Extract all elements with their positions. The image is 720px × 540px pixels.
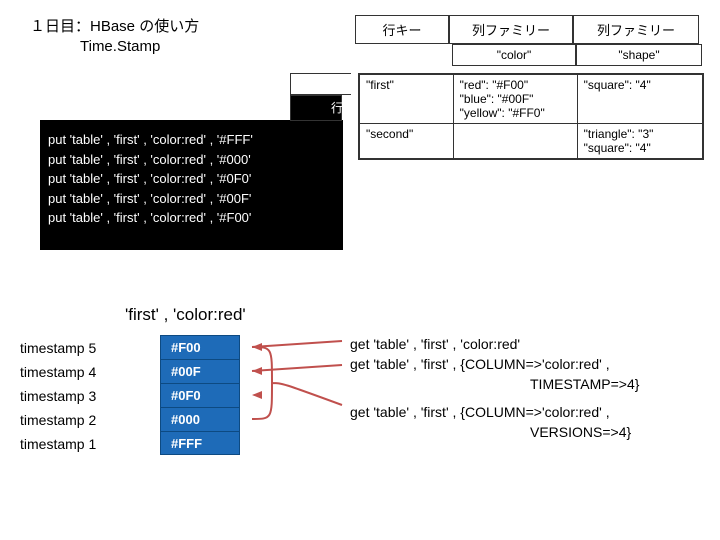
timeline-cell: #F00: [160, 335, 240, 359]
timeline-cell: #0F0: [160, 383, 240, 407]
page-title: １日目：HBase の使い方: [30, 15, 199, 36]
code-line: put 'table' , 'first' , 'color:red' , '#…: [48, 191, 251, 206]
cell-rowkey: "second": [360, 124, 454, 159]
timeline-header: 'first' , 'color:red': [125, 305, 246, 325]
subheader-color: "color": [452, 44, 576, 66]
timestamp-label: timestamp 3: [20, 384, 96, 408]
timeline-column: #F00 #00F #0F0 #000 #FFF: [160, 335, 240, 455]
get-line: get 'table' , 'first' , {COLUMN=>'color:…: [350, 404, 639, 420]
title-area: １日目：HBase の使い方 Time.Stamp: [30, 15, 199, 55]
cell-color: "red": "#F00" "blue": "#00F" "yellow": "…: [453, 75, 577, 124]
timestamp-label: timestamp 2: [20, 408, 96, 432]
cell-color: [453, 124, 577, 159]
get-line: VERSIONS=>4}: [350, 424, 639, 440]
get-line: get 'table' , 'first' , {COLUMN=>'color:…: [350, 356, 639, 372]
subheader-shape: "shape": [576, 44, 702, 66]
code-block: put 'table' , 'first' , 'color:red' , '#…: [40, 120, 343, 250]
table-row: "first" "red": "#F00" "blue": "#00F" "ye…: [360, 75, 703, 124]
header-cf-shape: 列ファミリー: [573, 15, 699, 44]
timeline-cell: #00F: [160, 359, 240, 383]
timeline-cell: #FFF: [160, 431, 240, 455]
header-rowkey: 行キー: [355, 15, 449, 44]
row-stub: [290, 73, 351, 95]
svg-text:行: 行: [331, 101, 343, 115]
header-cf-color: 列ファミリー: [449, 15, 573, 44]
code-line: put 'table' , 'first' , 'color:red' , '#…: [48, 152, 251, 167]
table-row: "second" "triangle": "3" "square": "4": [360, 124, 703, 159]
timestamp-label: timestamp 4: [20, 360, 96, 384]
get-line: TIMESTAMP=>4}: [350, 376, 639, 392]
get-line: get 'table' , 'first' , 'color:red': [350, 336, 639, 352]
code-line: put 'table' , 'first' , 'color:red' , '#…: [48, 132, 253, 147]
cell-shape: "square": "4": [577, 75, 702, 124]
timeline-cell: #000: [160, 407, 240, 431]
code-line: put 'table' , 'first' , 'color:red' , '#…: [48, 171, 251, 186]
data-grid: "first" "red": "#F00" "blue": "#00F" "ye…: [358, 73, 704, 160]
arrows-icon: [252, 335, 342, 431]
code-top-stub: 行: [290, 95, 342, 121]
table-subheader-row: "color" "shape": [358, 44, 702, 66]
timestamps-column: timestamp 5 timestamp 4 timestamp 3 time…: [20, 336, 96, 456]
code-line: put 'table' , 'first' , 'color:red' , '#…: [48, 210, 251, 225]
timestamp-label: timestamp 5: [20, 336, 96, 360]
cell-rowkey: "first": [360, 75, 454, 124]
cell-shape: "triangle": "3" "square": "4": [577, 124, 702, 159]
table-header-row: 行キー 列ファミリー 列ファミリー: [355, 15, 703, 44]
timestamp-label: timestamp 1: [20, 432, 96, 456]
get-commands: get 'table' , 'first' , 'color:red' get …: [350, 336, 639, 444]
page-subtitle: Time.Stamp: [80, 38, 199, 55]
